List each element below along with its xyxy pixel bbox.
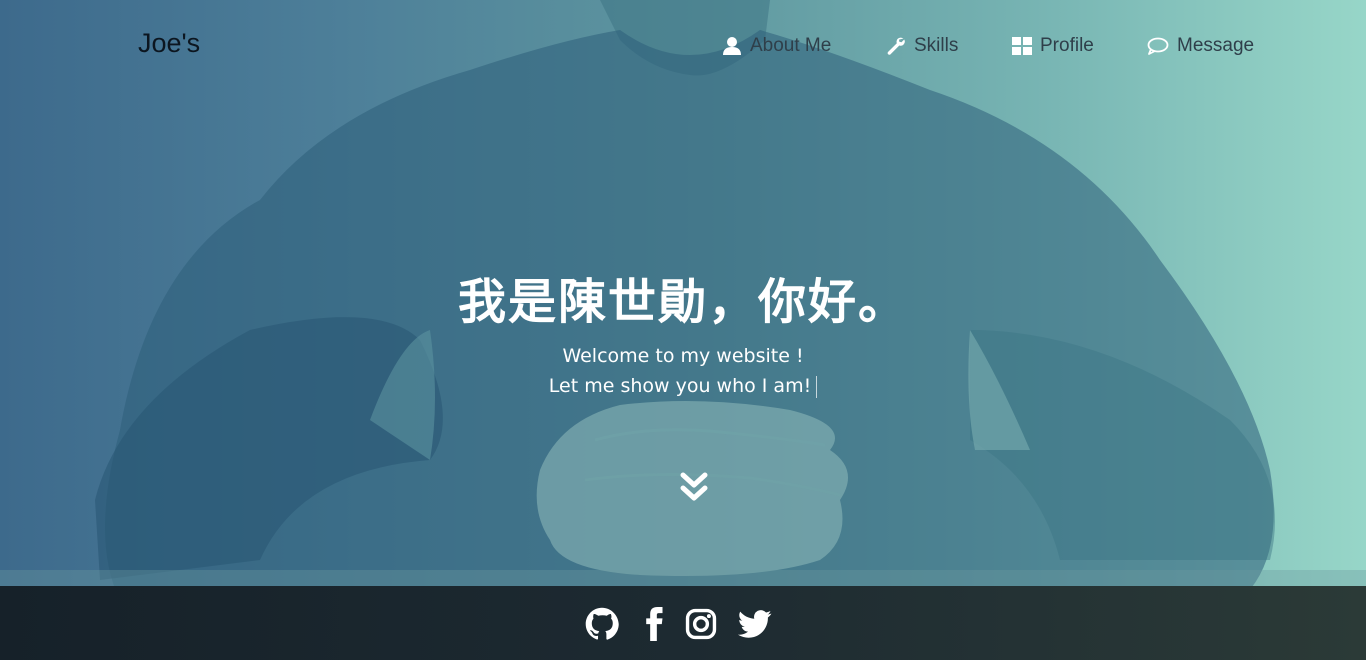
grid-icon	[1012, 37, 1032, 55]
user-icon	[723, 37, 741, 55]
social-footer	[0, 586, 1366, 660]
hero-headline: 我是陳世勛，你好。	[457, 274, 908, 330]
hero-tagline-text: Let me show you who I am!	[548, 375, 812, 397]
hero-section: Joe's About Me Skills Profile Message 我是…	[0, 0, 1366, 660]
brand-logo[interactable]: Joe's	[138, 28, 200, 59]
double-chevron-down-icon[interactable]	[680, 472, 708, 504]
twitter-icon[interactable]	[738, 607, 772, 641]
nav-item-skills[interactable]: Skills	[886, 35, 958, 57]
nav-item-label: Profile	[1040, 35, 1094, 56]
nav-item-about-me[interactable]: About Me	[722, 35, 831, 57]
nav-item-label: Skills	[914, 35, 959, 56]
nav-item-label: Message	[1177, 35, 1255, 56]
instagram-icon[interactable]	[684, 607, 718, 641]
nav-item-message[interactable]: Message	[1147, 35, 1254, 57]
navbar: Joe's About Me Skills Profile Message	[0, 0, 1366, 90]
wrench-icon	[887, 37, 905, 55]
nav-item-label: About Me	[750, 35, 832, 56]
typing-cursor	[816, 375, 818, 398]
facebook-icon[interactable]	[637, 607, 671, 641]
nav-item-profile[interactable]: Profile	[1012, 35, 1094, 57]
hero-tagline-line: Let me show you who I am!	[0, 375, 1366, 398]
chat-bubble-icon	[1147, 37, 1169, 55]
hero-welcome-text: Welcome to my website !	[562, 345, 804, 367]
github-icon[interactable]	[585, 607, 619, 641]
